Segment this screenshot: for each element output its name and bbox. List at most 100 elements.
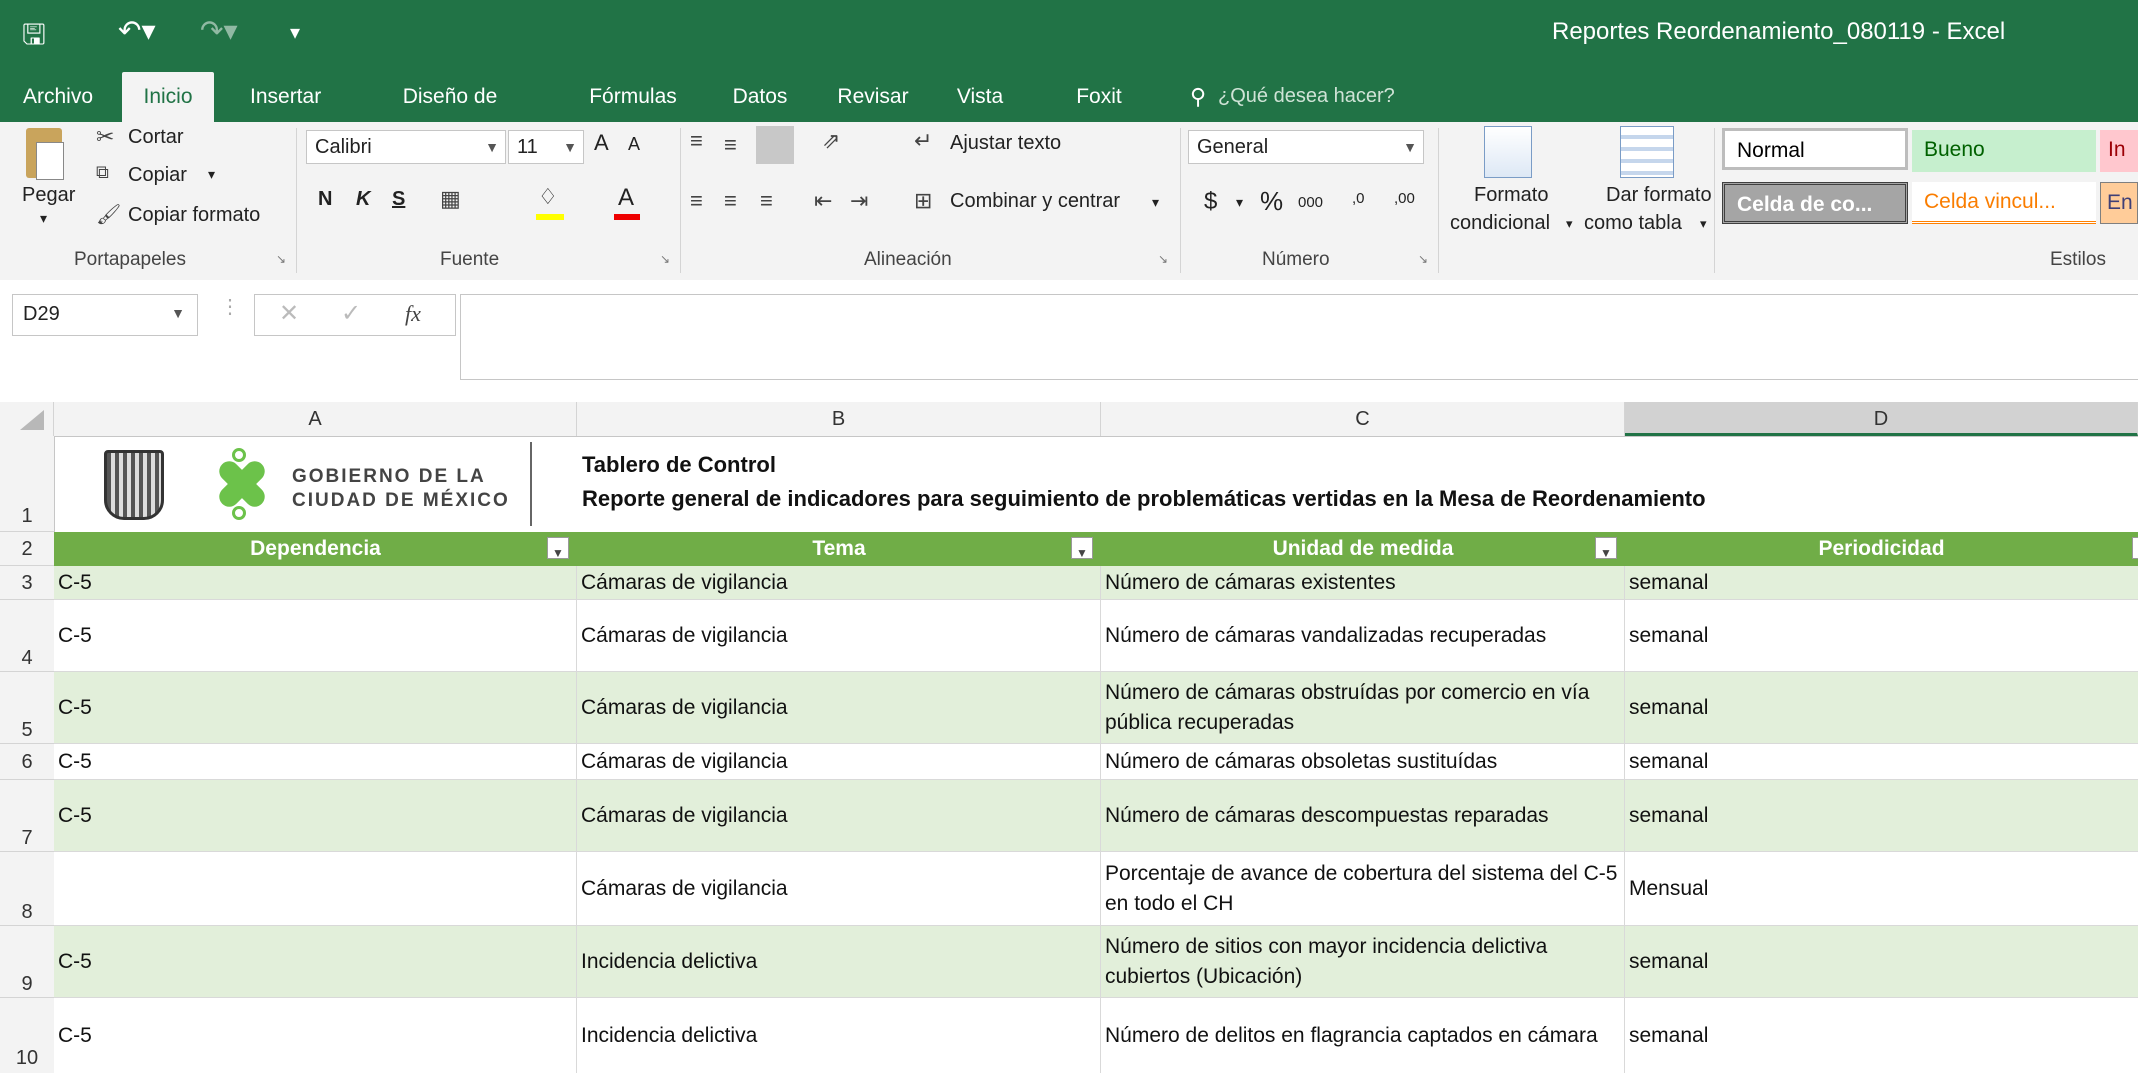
tab-diseno[interactable]: Diseño de página (360, 72, 540, 158)
tab-datos[interactable]: Datos (720, 72, 800, 122)
save-icon[interactable]: 🖫 (22, 14, 46, 62)
cell-unidad[interactable]: Número de cámaras obstruídas por comerci… (1101, 672, 1625, 743)
dialog-launcher-icon[interactable]: ↘ (660, 252, 670, 266)
font-size-combo[interactable]: 11 ▼ (508, 130, 584, 164)
style-input[interactable]: En (2100, 182, 2138, 224)
column-header-c[interactable]: C (1101, 402, 1625, 436)
cell-tema[interactable]: Incidencia delictiva (577, 926, 1101, 997)
cell-tema[interactable]: Cámaras de vigilancia (577, 852, 1101, 925)
orientation-icon[interactable]: ⇗ (822, 128, 840, 154)
cell-periodicidad[interactable]: semanal (1625, 600, 2138, 671)
align-center-icon[interactable]: ≡ (724, 188, 737, 214)
column-header-b[interactable]: B (577, 402, 1101, 436)
row-header-6[interactable]: 6 (0, 744, 54, 780)
align-middle-icon[interactable]: ≡ (724, 132, 737, 158)
chevron-down-icon[interactable]: ▾ (1566, 216, 1573, 232)
cell-periodicidad[interactable]: Mensual (1625, 852, 2138, 925)
customize-qat-icon[interactable]: ▾ (290, 20, 300, 45)
thousands-button[interactable]: 000 (1298, 194, 1323, 211)
cell-unidad[interactable]: Porcentaje de avance de cobertura del si… (1101, 852, 1625, 925)
cell-dependencia[interactable] (54, 852, 577, 925)
conditional-format-label-1[interactable]: Formato (1474, 184, 1548, 207)
redo-icon[interactable]: ↷▾ (200, 14, 238, 47)
grow-font-icon[interactable]: A (594, 130, 609, 156)
borders-icon[interactable]: ▦ (440, 186, 461, 212)
cell-periodicidad[interactable]: semanal (1625, 744, 2138, 779)
tell-me-input[interactable]: ¿Qué desea hacer? (1218, 85, 1395, 108)
increase-indent-icon[interactable]: ⇥ (850, 188, 868, 214)
format-as-table-label-1[interactable]: Dar formato (1606, 184, 1712, 207)
dialog-launcher-icon[interactable]: ↘ (276, 252, 286, 266)
paste-dropdown-icon[interactable]: ▾ (40, 210, 47, 227)
style-bad[interactable]: In (2100, 130, 2138, 172)
underline-button[interactable]: S (392, 188, 405, 211)
tab-inicio[interactable]: Inicio (122, 72, 214, 122)
row-header-3[interactable]: 3 (0, 566, 54, 600)
percent-button[interactable]: % (1260, 186, 1283, 217)
align-left-icon[interactable]: ≡ (690, 188, 703, 214)
row-header-1[interactable]: 1 (0, 436, 54, 532)
select-all-corner[interactable] (0, 402, 54, 436)
number-format-combo[interactable]: General ▼ (1188, 130, 1424, 164)
cell-periodicidad[interactable]: semanal (1625, 672, 2138, 743)
increase-decimal-button[interactable]: ,0 (1352, 190, 1365, 207)
filter-dropdown-icon[interactable]: ▼ (1071, 537, 1093, 560)
column-header-d[interactable]: D (1625, 402, 2138, 436)
filter-dropdown-icon[interactable]: ▼ (1595, 537, 1617, 560)
confirm-icon[interactable]: ✓ (341, 299, 361, 328)
cell-tema[interactable]: Cámaras de vigilancia (577, 780, 1101, 851)
bold-button[interactable]: N (318, 188, 332, 211)
cell-dependencia[interactable]: C-5 (54, 926, 577, 997)
cell-unidad[interactable]: Número de cámaras descompuestas reparada… (1101, 780, 1625, 851)
insert-function-icon[interactable]: fx (405, 301, 421, 327)
decrease-indent-icon[interactable]: ⇤ (814, 188, 832, 214)
cell-dependencia[interactable]: C-5 (54, 744, 577, 779)
tab-revisar[interactable]: Revisar (826, 72, 920, 122)
align-top-icon[interactable]: ≡ (690, 128, 703, 154)
tab-vista[interactable]: Vista (944, 72, 1016, 122)
tab-insertar[interactable]: Insertar (240, 72, 326, 122)
formula-input[interactable] (460, 294, 2138, 380)
undo-icon[interactable]: ↶▾ (118, 14, 156, 47)
fill-color-icon[interactable]: ♢ (538, 184, 558, 210)
cell-dependencia[interactable]: C-5 (54, 780, 577, 851)
dialog-launcher-icon[interactable]: ↘ (1418, 252, 1428, 266)
row-header-4[interactable]: 4 (0, 600, 54, 672)
conditional-format-icon[interactable] (1484, 126, 1532, 178)
format-as-table-label-2[interactable]: como tabla (1584, 212, 1682, 235)
style-good[interactable]: Bueno (1912, 130, 2096, 172)
tab-archivo[interactable]: Archivo (12, 72, 104, 122)
cell-periodicidad[interactable]: semanal (1625, 566, 2138, 599)
conditional-format-label-2[interactable]: condicional (1450, 212, 1550, 235)
cell-dependencia[interactable]: C-5 (54, 672, 577, 743)
chevron-down-icon[interactable]: ▼ (171, 305, 185, 321)
row-header-2[interactable]: 2 (0, 532, 54, 566)
chevron-down-icon[interactable]: ▾ (1700, 216, 1707, 232)
cell-unidad[interactable]: Número de cámaras vandalizadas recuperad… (1101, 600, 1625, 671)
font-name-combo[interactable]: Calibri ▼ (306, 130, 506, 164)
cell-tema[interactable]: Incidencia delictiva (577, 998, 1101, 1073)
align-bottom-button[interactable] (756, 126, 794, 164)
cell-unidad[interactable]: Número de sitios con mayor incidencia de… (1101, 926, 1625, 997)
column-header-a[interactable]: A (54, 402, 577, 436)
filter-dropdown-icon[interactable]: ▼ (547, 537, 569, 560)
tab-formulas[interactable]: Fórmulas (578, 72, 688, 122)
row-header-7[interactable]: 7 (0, 780, 54, 852)
paste-icon[interactable] (26, 128, 64, 180)
wrap-text-button[interactable]: Ajustar texto (950, 132, 1061, 155)
decrease-decimal-button[interactable]: ,00 (1394, 190, 1415, 207)
cell-unidad[interactable]: Número de cámaras obsoletas sustituídas (1101, 744, 1625, 779)
cell-unidad[interactable]: Número de cámaras existentes (1101, 566, 1625, 599)
cell-dependencia[interactable]: C-5 (54, 998, 577, 1073)
style-normal[interactable]: Normal (1722, 128, 1908, 170)
filter-dropdown-icon[interactable]: ▼ (2132, 537, 2138, 560)
font-color-icon[interactable]: A (618, 184, 634, 212)
cell-tema[interactable]: Cámaras de vigilancia (577, 672, 1101, 743)
cell-unidad[interactable]: Número de delitos en flagrancia captados… (1101, 998, 1625, 1073)
row-header-5[interactable]: 5 (0, 672, 54, 744)
cut-button[interactable]: Cortar (128, 126, 184, 149)
style-check-cell[interactable]: Celda de co... (1722, 182, 1908, 224)
dialog-launcher-icon[interactable]: ↘ (1158, 252, 1168, 266)
format-painter-button[interactable]: Copiar formato (128, 204, 260, 227)
style-linked-cell[interactable]: Celda vincul... (1912, 182, 2096, 224)
